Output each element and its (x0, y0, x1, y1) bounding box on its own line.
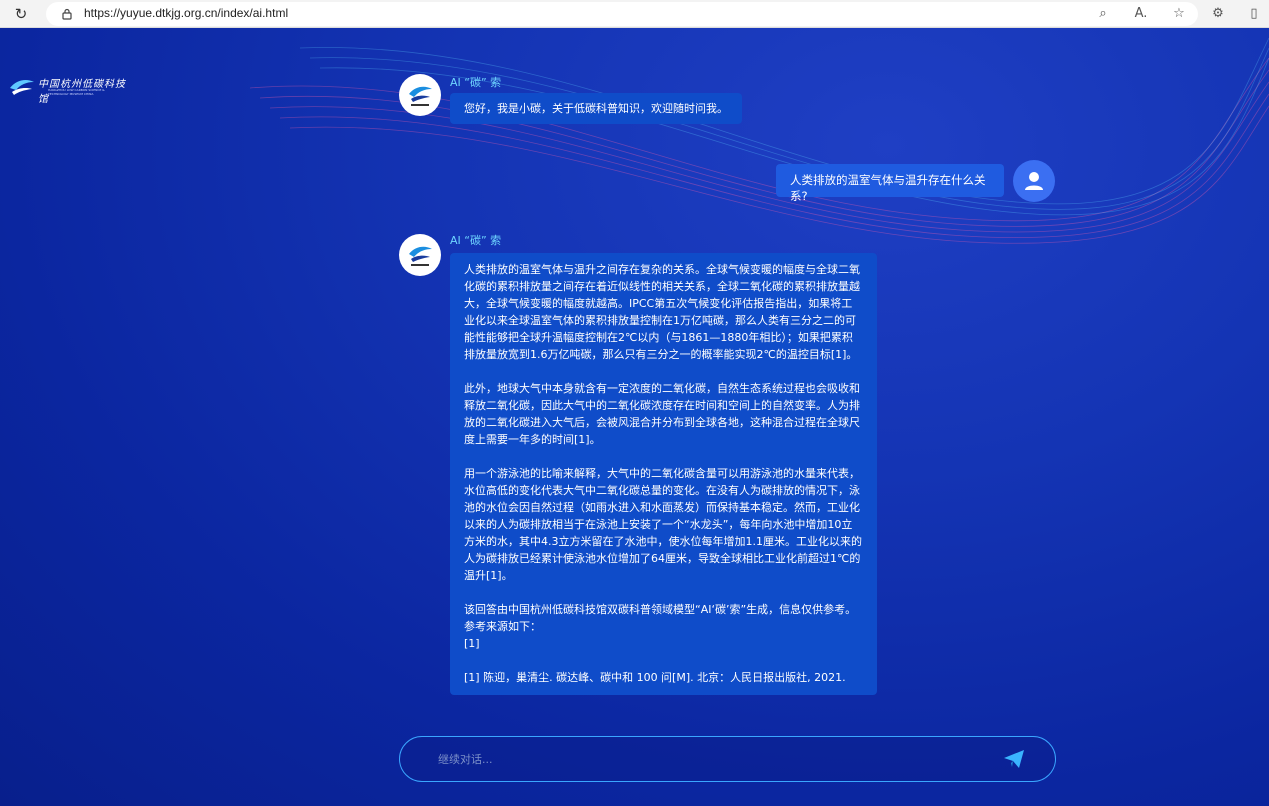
ai-message-bubble: 您好，我是小碳，关于低碳科普知识，欢迎随时问我。 (450, 93, 742, 124)
url-text[interactable]: https://yuyue.dtkjg.org.cn/index/ai.html (84, 6, 288, 20)
send-icon[interactable] (1003, 749, 1025, 769)
ai-name-label: AI “碳” 索 (450, 234, 502, 247)
answer-paragraph: 此外，地球大气中本身就含有一定浓度的二氧化碳，自然生态系统过程也会吸收和释放二氧… (464, 382, 860, 446)
chat-page: 中国杭州低碳科技馆 HANGZHOU LOW CARBON SCIENCE & … (0, 28, 1269, 806)
favorite-star-icon[interactable]: ☆ (1170, 5, 1188, 23)
answer-paragraph: 人类排放的温室气体与温升之间存在复杂的关系。全球气候变暖的幅度与全球二氧化碳的累… (464, 263, 860, 361)
answer-reference: [1] 陈迎，巢清尘. 碳达峰、碳中和 100 问[M]. 北京：人民日报出版社… (464, 671, 846, 684)
user-message-bubble: 人类排放的温室气体与温升存在什么关系? (776, 164, 1004, 203)
address-bar[interactable]: https://yuyue.dtkjg.org.cn/index/ai.html… (46, 2, 1198, 26)
browser-toolbar: ↻ https://yuyue.dtkjg.org.cn/index/ai.ht… (0, 0, 1269, 28)
split-screen-icon[interactable]: ▯ (1245, 5, 1263, 23)
ai-avatar (399, 234, 441, 276)
extensions-icon[interactable]: ⚙ (1209, 5, 1227, 23)
user-avatar (1013, 160, 1055, 202)
zoom-icon[interactable]: ⌕ (1094, 5, 1112, 23)
ai-logo-icon (409, 86, 432, 106)
ai-avatar (399, 74, 441, 116)
museum-logo[interactable]: 中国杭州低碳科技馆 HANGZHOU LOW CARBON SCIENCE & … (8, 72, 128, 105)
ai-answer-bubble: 人类排放的温室气体与温升之间存在复杂的关系。全球气候变暖的幅度与全球二氧化碳的累… (450, 253, 877, 695)
read-aloud-icon[interactable]: A. (1132, 5, 1150, 23)
logo-icon (10, 80, 34, 95)
lock-icon (62, 8, 72, 20)
ai-logo-icon (409, 246, 432, 266)
chat-input[interactable] (438, 749, 998, 769)
user-icon (1025, 172, 1043, 190)
answer-disclaimer: 该回答由中国杭州低碳科技馆双碳科普领域模型“AI‘碳’索”生成，信息仅供参考。参… (464, 603, 857, 650)
logo-subtitle: HANGZHOU LOW CARBON SCIENCE & TECHNOLOGY… (48, 88, 105, 96)
chat-input-bar (399, 736, 1056, 782)
ai-message-text: 您好，我是小碳，关于低碳科普知识，欢迎随时问我。 (464, 102, 728, 115)
reload-icon[interactable]: ↻ (12, 5, 30, 23)
ai-name-label: AI “碳” 索 (450, 76, 502, 89)
answer-paragraph: 用一个游泳池的比喻来解释，大气中的二氧化碳含量可以用游泳池的水量来代表，水位高低… (464, 467, 862, 582)
